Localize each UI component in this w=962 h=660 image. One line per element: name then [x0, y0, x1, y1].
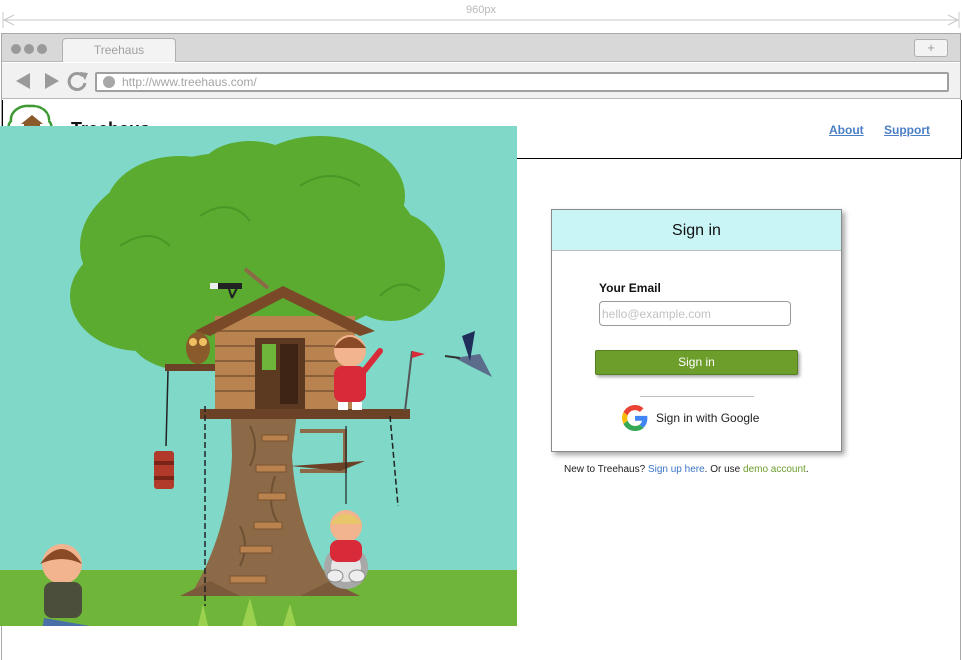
window-controls[interactable] — [11, 44, 47, 54]
signup-link[interactable]: Sign up here — [648, 464, 705, 475]
ruler-label: 960px — [466, 4, 496, 16]
google-signin-label: Sign in with Google — [656, 411, 760, 425]
email-field[interactable] — [599, 301, 791, 326]
reload-icon[interactable] — [67, 71, 89, 91]
signup-note: New to Treehaus? Sign up here. Or use de… — [564, 464, 809, 475]
google-signin-button[interactable]: Sign in with Google — [622, 405, 772, 431]
forward-icon[interactable] — [41, 71, 63, 91]
signup-suffix: . — [805, 464, 809, 475]
signup-prefix: New to Treehaus? — [564, 464, 648, 475]
treehouse-scene-image — [0, 126, 517, 626]
nav-link-support[interactable]: Support — [884, 123, 930, 137]
window-dot-icon[interactable] — [24, 44, 34, 54]
signin-title: Sign in — [552, 210, 841, 251]
browser-toolbar: http://www.treehaus.com/ — [2, 63, 960, 99]
browser-tab[interactable]: Treehaus — [62, 38, 176, 62]
new-tab-button[interactable]: + — [914, 39, 948, 57]
globe-icon — [103, 76, 115, 88]
google-icon — [622, 405, 648, 431]
divider — [640, 396, 754, 397]
signin-button[interactable]: Sign in — [595, 350, 798, 375]
url-text: http://www.treehaus.com/ — [122, 75, 257, 89]
window-dot-icon[interactable] — [11, 44, 21, 54]
width-ruler: 960px — [0, 0, 962, 30]
signin-card: Sign in Your Email Sign in Sign in with … — [551, 209, 842, 452]
back-icon[interactable] — [12, 71, 34, 91]
tab-bar: Treehaus + — [2, 34, 960, 62]
nav-link-about[interactable]: About — [829, 123, 864, 137]
signup-middle: . Or use — [704, 464, 744, 475]
address-bar[interactable]: http://www.treehaus.com/ — [95, 72, 949, 92]
treehouse-illustration — [0, 126, 517, 626]
window-dot-icon[interactable] — [37, 44, 47, 54]
demo-account-link[interactable]: demo account — [743, 464, 806, 475]
email-label: Your Email — [599, 281, 661, 295]
